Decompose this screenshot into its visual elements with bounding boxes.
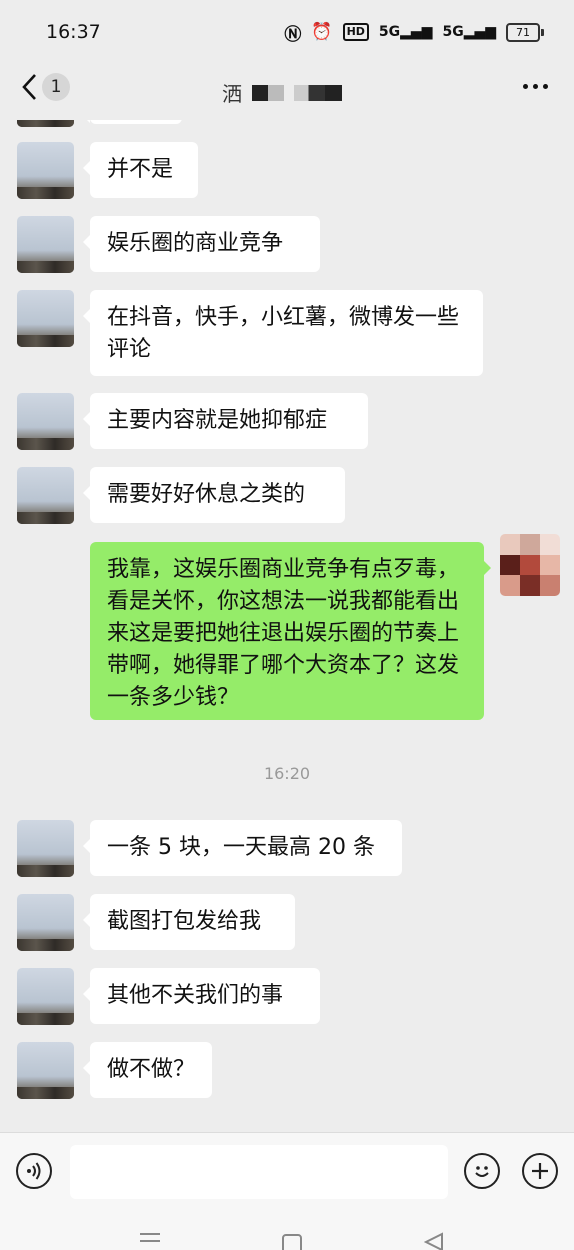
plus-icon[interactable] <box>522 1153 558 1189</box>
contact-avatar[interactable] <box>17 290 74 347</box>
nfc-icon: Ⓝ <box>284 24 302 45</box>
contact-avatar[interactable] <box>17 820 74 877</box>
voice-icon[interactable] <box>16 1153 52 1189</box>
system-nav-bar <box>0 1214 574 1250</box>
message-bubble[interactable]: 需要好好休息之类的 <box>83 467 345 523</box>
alarm-icon: ⏰ <box>311 22 333 42</box>
status-icons: Ⓝ ⏰ HD 5G▂▄▆ 5G▂▄▆ 71 <box>284 20 544 45</box>
unread-count-badge: 1 <box>42 73 70 101</box>
status-time: 16:37 <box>46 21 101 43</box>
message-bubble-partial[interactable] <box>83 120 182 124</box>
signal-5g-icon-2: 5G▂▄▆ <box>442 24 496 40</box>
battery-icon: 71 <box>506 22 544 42</box>
contact-avatar[interactable] <box>17 216 74 273</box>
contact-avatar[interactable] <box>17 120 74 127</box>
contact-avatar[interactable] <box>17 393 74 450</box>
menu-icon[interactable] <box>140 1232 160 1246</box>
self-message-bubble[interactable]: 我靠，这娱乐圈商业竞争有点歹毒，看是关怀，你这想法一说我都能看出来这是要把她往退… <box>90 542 491 720</box>
contact-avatar[interactable] <box>17 1042 74 1099</box>
back-button[interactable]: 1 <box>20 72 70 102</box>
message-list: 并不是 娱乐圈的商业竞争 在抖音，快手，小红薯，微博发一些评论 主要内容就是她抑… <box>0 120 574 1132</box>
self-avatar[interactable] <box>500 534 560 596</box>
signal-5g-icon-1: 5G▂▄▆ <box>378 24 433 40</box>
battery-level: 71 <box>506 22 540 42</box>
contact-avatar[interactable] <box>17 894 74 951</box>
message-bubble[interactable]: 主要内容就是她抑郁症 <box>83 393 368 449</box>
contact-avatar[interactable] <box>17 968 74 1025</box>
message-bubble[interactable]: 一条 5 块，一天最高 20 条 <box>83 820 402 876</box>
message-bubble[interactable]: 并不是 <box>83 142 198 198</box>
redacted-name-1 <box>252 84 284 101</box>
chat-title: 洒 <box>222 78 342 107</box>
message-bubble[interactable]: 其他不关我们的事 <box>83 968 320 1024</box>
chat-header: 1 洒 <box>0 64 574 120</box>
message-bubble[interactable]: 做不做？ <box>83 1042 212 1098</box>
more-icon[interactable] <box>523 84 548 89</box>
message-bubble[interactable]: 在抖音，快手，小红薯，微博发一些评论 <box>83 290 483 376</box>
emoji-icon[interactable] <box>464 1153 500 1189</box>
message-bubble[interactable]: 截图打包发给我 <box>83 894 295 950</box>
contact-avatar[interactable] <box>17 142 74 199</box>
hd-icon: HD <box>342 23 369 41</box>
status-bar: 16:37 Ⓝ ⏰ HD 5G▂▄▆ 5G▂▄▆ 71 <box>0 0 574 64</box>
back-nav-icon[interactable] <box>424 1232 444 1250</box>
message-bubble[interactable]: 娱乐圈的商业竞争 <box>83 216 320 272</box>
message-input[interactable] <box>70 1145 448 1199</box>
chat-title-text: 洒 <box>222 82 242 106</box>
timestamp: 16:20 <box>263 764 311 783</box>
input-bar <box>0 1132 574 1215</box>
back-chevron-icon <box>22 74 36 100</box>
redacted-name-2 <box>294 84 342 101</box>
contact-avatar[interactable] <box>17 467 74 524</box>
home-icon[interactable] <box>282 1234 302 1250</box>
